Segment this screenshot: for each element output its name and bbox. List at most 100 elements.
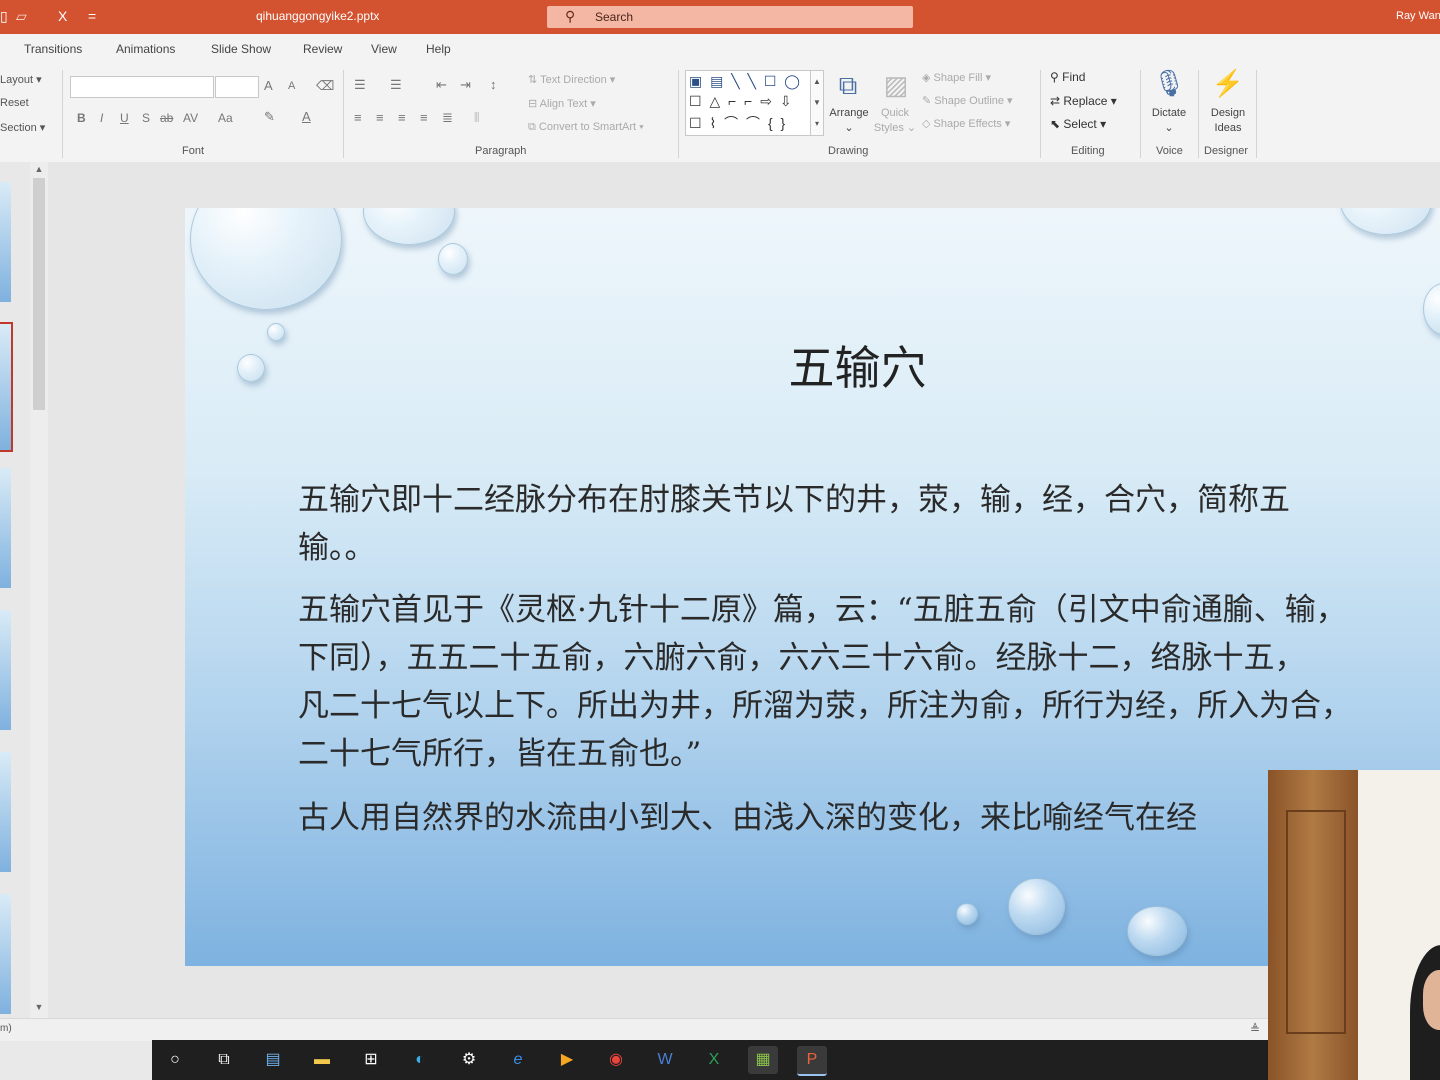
excel-icon[interactable]: X: [699, 1046, 729, 1074]
char-spacing-button[interactable]: AV: [183, 111, 198, 125]
quick-styles-icon: ▨: [883, 70, 909, 100]
tab-animations[interactable]: Animations: [116, 42, 175, 56]
group-separator: [1256, 70, 1257, 158]
shrink-font-icon[interactable]: A: [288, 80, 295, 92]
shape-outline-button[interactable]: ✎ Shape Outline ▾: [922, 94, 1013, 107]
cut-icon[interactable]: X: [58, 8, 67, 24]
tab-review[interactable]: Review: [303, 42, 342, 56]
shapes-scroll[interactable]: ▲ ▼ ▾: [810, 70, 824, 136]
font-name-box[interactable]: [70, 76, 214, 98]
tab-transitions[interactable]: Transitions: [24, 42, 82, 56]
underline-button[interactable]: U: [120, 111, 129, 125]
clear-format-icon[interactable]: ⌫: [316, 78, 334, 94]
shapes-row-2: ☐ △ ⌐ ⌐ ⇨ ⇩: [689, 93, 794, 109]
reset-button[interactable]: Reset: [0, 97, 29, 109]
layout-button[interactable]: Layout ▾: [0, 73, 42, 86]
scroll-up-icon[interactable]: ▲: [33, 164, 45, 174]
thumbnail-scrollbar[interactable]: ▲ ▼: [30, 162, 48, 1018]
shape-fill-button[interactable]: ◈ Shape Fill ▾: [922, 71, 991, 84]
justify-icon[interactable]: ≡: [420, 110, 428, 125]
media-icon[interactable]: ▶: [552, 1046, 582, 1074]
tab-help[interactable]: Help: [426, 42, 451, 56]
text-direction-button[interactable]: ⇅ Text Direction ▾: [528, 73, 615, 86]
slide-canvas[interactable]: 五输穴 五输穴即十二经脉分布在肘膝关节以下的井，荥，输，经，合穴，简称五 输。。…: [185, 208, 1440, 966]
dictate-button[interactable]: Dictate ⌄: [1146, 106, 1192, 136]
slide-title[interactable]: 五输穴: [185, 332, 1440, 398]
presenter-icon[interactable]: ▱: [16, 8, 27, 25]
notes-icon[interactable]: ≜: [1250, 1022, 1260, 1036]
convert-smartart-button[interactable]: ⧉ Convert to SmartArt ▾: [528, 121, 644, 134]
scroll-thumb[interactable]: [33, 178, 45, 410]
quick-styles-button[interactable]: Quick Styles ⌄: [872, 106, 918, 136]
save-icon[interactable]: ▯: [0, 8, 8, 25]
decrease-indent-icon[interactable]: ⇤: [436, 77, 447, 93]
slide-thumbnail[interactable]: [0, 894, 11, 1014]
store-icon[interactable]: ⊞: [356, 1046, 386, 1074]
find-button[interactable]: ⚲ Find: [1050, 70, 1085, 84]
group-separator: [1040, 70, 1041, 158]
font-size-box[interactable]: [215, 76, 259, 98]
font-color-icon[interactable]: A: [302, 109, 311, 124]
water-drop: [190, 208, 342, 310]
change-case-button[interactable]: Aa: [218, 111, 233, 125]
ie-icon[interactable]: e: [503, 1046, 533, 1074]
text-line: 输。。: [298, 530, 376, 566]
water-drop: [438, 243, 468, 275]
slide-paragraph-1[interactable]: 五输穴即十二经脉分布在肘膝关节以下的井，荥，输，经，合穴，简称五 输。。: [298, 476, 1440, 572]
bullets-icon[interactable]: ☰: [354, 77, 366, 93]
align-center-icon[interactable]: ≡: [376, 110, 384, 125]
group-separator: [1140, 70, 1141, 158]
slide-thumbnail[interactable]: [0, 182, 11, 302]
chrome-icon[interactable]: ◉: [601, 1046, 631, 1074]
strikethrough-button[interactable]: ab: [160, 111, 173, 125]
align-left-icon[interactable]: ≡: [354, 110, 362, 125]
group-separator: [1198, 70, 1199, 158]
word-icon[interactable]: W: [650, 1046, 680, 1074]
italic-button[interactable]: I: [100, 111, 103, 125]
columns-icon[interactable]: ⫴: [474, 110, 479, 126]
highlight-icon[interactable]: ✎: [264, 109, 275, 125]
numbering-icon[interactable]: ☰: [390, 77, 402, 93]
replace-button[interactable]: ⇄ Replace ▾: [1050, 94, 1117, 108]
line-spacing-icon[interactable]: ↕: [490, 77, 497, 92]
grow-font-icon[interactable]: A: [264, 78, 273, 93]
task-view-icon[interactable]: ⧉: [209, 1046, 239, 1074]
select-button[interactable]: ⬉ Select ▾: [1050, 117, 1106, 131]
shape-effects-button[interactable]: ◇ Shape Effects ▾: [922, 117, 1010, 130]
distributed-icon[interactable]: ≣: [442, 110, 453, 126]
increase-indent-icon[interactable]: ⇥: [460, 77, 471, 93]
user-name[interactable]: Ray Wan: [1396, 10, 1440, 22]
slide-thumbnail[interactable]: [0, 752, 11, 872]
customize-qat-icon[interactable]: =: [88, 8, 96, 24]
file-explorer-icon[interactable]: ▤: [258, 1046, 288, 1074]
slide-thumbnail-selected[interactable]: [0, 322, 13, 452]
cortana-icon[interactable]: ○: [160, 1046, 190, 1074]
slide-thumbnail-pane: [0, 162, 30, 1018]
shapes-gallery[interactable]: ▣ ▤ ╲ ╲ ☐ ◯ ☐ △ ⌐ ⌐ ⇨ ⇩ ☐ ⌇ ⌒ ⌒ { }: [685, 70, 811, 136]
status-text: m): [0, 1023, 12, 1034]
design-ideas-icon: ⚡: [1211, 68, 1245, 98]
slide-thumbnail[interactable]: [0, 610, 11, 730]
slide-paragraph-2[interactable]: 五输穴首见于《灵枢·九针十二原》篇，云：“五脏五俞（引文中俞通腧、输， 下同），…: [298, 586, 1440, 778]
folder-icon[interactable]: ▬: [307, 1046, 337, 1074]
design-ideas-button[interactable]: Design Ideas: [1204, 106, 1252, 136]
shapes-row-3: ☐ ⌇ ⌒ ⌒ { }: [689, 115, 788, 131]
scroll-down-icon[interactable]: ▼: [33, 1002, 45, 1012]
tab-slide-show[interactable]: Slide Show: [211, 42, 271, 56]
shadow-button[interactable]: S: [142, 111, 150, 125]
settings-icon[interactable]: ⚙: [454, 1046, 484, 1074]
search-icon: ⚲: [565, 8, 576, 24]
bold-button[interactable]: B: [77, 111, 86, 125]
arrange-button[interactable]: Arrange ⌄: [826, 106, 872, 136]
drawing-group-label: Drawing: [828, 145, 869, 157]
edge-icon[interactable]: ◐: [405, 1046, 435, 1074]
image-icon[interactable]: ▦: [748, 1046, 778, 1074]
powerpoint-icon[interactable]: P: [797, 1046, 827, 1076]
align-text-button[interactable]: ⊟ Align Text ▾: [528, 97, 596, 110]
search-box[interactable]: ⚲ Search: [547, 6, 913, 28]
windows-taskbar: ○ ⧉ ▤ ▬ ⊞ ◐ ⚙ e ▶ ◉ W X ▦ P: [152, 1040, 1440, 1080]
slide-thumbnail[interactable]: [0, 468, 11, 588]
section-button[interactable]: Section ▾: [0, 121, 45, 134]
tab-view[interactable]: View: [371, 42, 397, 56]
align-right-icon[interactable]: ≡: [398, 110, 406, 125]
